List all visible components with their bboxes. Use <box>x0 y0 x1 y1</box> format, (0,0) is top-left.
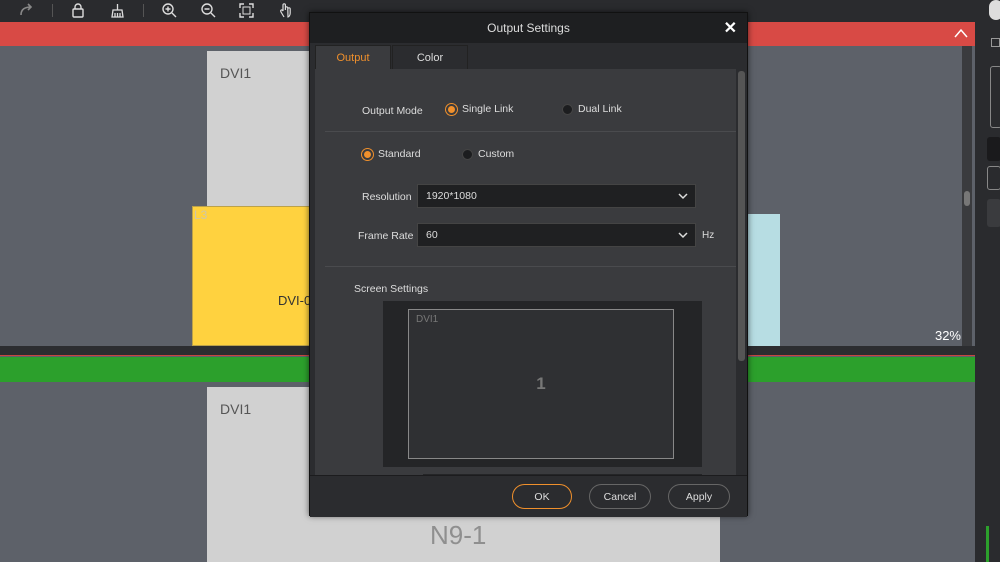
dialog-footer: OK Cancel Apply <box>310 475 747 517</box>
output-mode-label: Output Mode <box>362 105 423 117</box>
preview-screen-number: 1 <box>536 374 546 393</box>
ok-button[interactable]: OK <box>512 484 572 509</box>
radio-label: Custom <box>478 148 515 160</box>
fit-screen-icon[interactable] <box>235 0 257 20</box>
zoom-out-icon[interactable] <box>197 0 219 20</box>
touch-icon[interactable] <box>274 0 296 20</box>
panel-button[interactable] <box>989 0 1000 20</box>
top-layer[interactable]: L3 DVI-0 <box>192 206 322 346</box>
toolbar-separator <box>143 4 144 17</box>
layer-tag: L3 <box>194 208 208 222</box>
dialog-scrollbar[interactable] <box>737 69 746 475</box>
dialog-scroll-thumb[interactable] <box>738 71 745 361</box>
dialog-title: Output Settings <box>487 21 570 35</box>
resolution-select[interactable]: 1920*1080 <box>417 184 696 208</box>
output-tab-content: Output Mode Single Link Dual Link Standa… <box>315 69 736 475</box>
radio-label: Dual Link <box>578 103 622 115</box>
radio-standard[interactable]: Standard <box>362 148 421 160</box>
close-icon[interactable]: ✕ <box>724 18 737 38</box>
frame-rate-label: Frame Rate <box>358 230 414 242</box>
radio-label: Standard <box>378 148 421 160</box>
divider <box>325 131 736 132</box>
output-settings-dialog: Output Settings ✕ Output Color Output Mo… <box>309 12 748 517</box>
radio-single-link[interactable]: Single Link <box>446 103 513 115</box>
cancel-button[interactable]: Cancel <box>589 484 651 509</box>
resolution-value: 1920*1080 <box>426 190 477 202</box>
dialog-title-bar[interactable]: Output Settings ✕ <box>310 13 747 43</box>
panel-indicator <box>986 526 989 562</box>
tab-output[interactable]: Output <box>315 45 391 70</box>
chevron-down-icon <box>678 232 688 239</box>
chevron-down-icon <box>678 193 688 200</box>
radio-dot-selected <box>362 148 373 160</box>
zoom-in-icon[interactable] <box>158 0 180 20</box>
preview-screen-label: DVI1 <box>416 314 439 325</box>
panel-control[interactable] <box>990 66 1000 128</box>
preview-screen[interactable]: DVI1 1 <box>408 309 674 459</box>
panel-control[interactable] <box>987 137 1000 161</box>
frame-rate-value: 60 <box>426 229 438 241</box>
radio-dot-selected <box>446 103 457 115</box>
radio-dot <box>562 103 573 115</box>
apply-button[interactable]: Apply <box>668 484 730 509</box>
frame-rate-unit: Hz <box>702 230 715 241</box>
right-panel <box>975 0 1000 562</box>
tab-color[interactable]: Color <box>392 45 468 70</box>
layer-name: DVI-0 <box>278 293 312 308</box>
radio-custom[interactable]: Custom <box>462 148 514 160</box>
panel-checkbox[interactable] <box>991 38 1000 47</box>
top-screen-label: DVI1 <box>220 65 252 81</box>
frame-rate-select[interactable]: 60 <box>417 223 696 247</box>
radio-dot <box>462 148 473 160</box>
screen-preview: DVI1 1 <box>383 301 702 467</box>
screen-settings-label: Screen Settings <box>354 283 429 295</box>
resolution-label: Resolution <box>362 191 412 203</box>
radio-dual-link[interactable]: Dual Link <box>562 103 622 115</box>
grid-icon[interactable] <box>987 199 1000 227</box>
divider <box>325 266 736 267</box>
panel-control[interactable] <box>987 166 1000 190</box>
lock-icon[interactable] <box>67 0 89 20</box>
toolbar-separator <box>52 4 53 17</box>
canvas-scrollbar[interactable] <box>962 46 972 346</box>
broom-icon[interactable] <box>106 0 128 20</box>
bottom-screen-label: DVI1 <box>220 401 252 417</box>
collapse-icon[interactable] <box>953 27 969 39</box>
redo-icon[interactable] <box>16 0 38 20</box>
radio-label: Single Link <box>462 103 514 115</box>
canvas-scroll-thumb[interactable] <box>964 191 970 206</box>
bottom-screen-name: N9-1 <box>430 520 487 550</box>
zoom-percent: 32% <box>934 328 961 343</box>
